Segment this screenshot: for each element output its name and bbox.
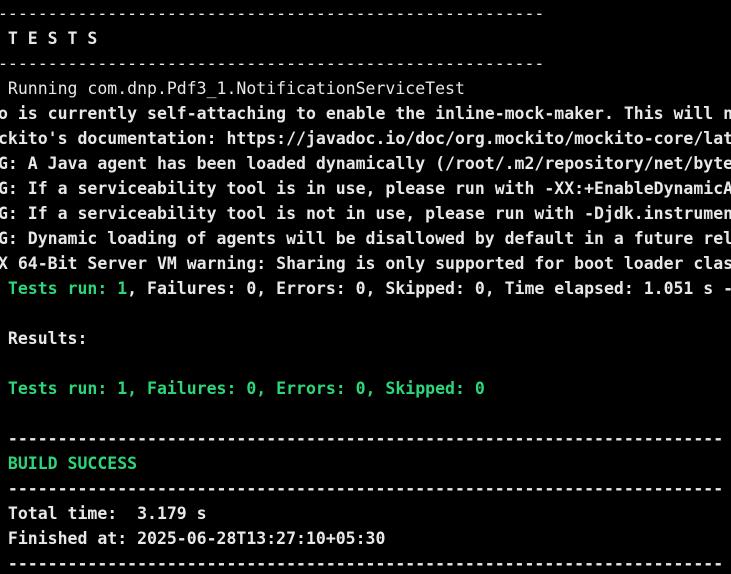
separator-line: ----------------------------------------…: [0, 429, 724, 448]
separator-line: ----------------------------------------…: [0, 479, 724, 498]
results-summary: Tests run: 1, Failures: 0, Errors: 0, Sk…: [0, 379, 485, 398]
separator-line: ----------------------------------------…: [0, 554, 724, 573]
terminal-output[interactable]: ----------------------------------------…: [0, 0, 731, 574]
separator-line: ----------------------------------------…: [0, 4, 545, 23]
mockito-docs-line: ckito's documentation: https://javadoc.i…: [0, 129, 731, 148]
tests-run-count: Tests run: 1: [0, 279, 128, 298]
serviceability-warning-line: G: If a serviceability tool is not in us…: [0, 204, 731, 223]
running-test-line: Running com.dnp.Pdf3_1.NotificationServi…: [0, 79, 465, 98]
separator-line: ----------------------------------------…: [0, 54, 545, 73]
test-result-details: , Failures: 0, Errors: 0, Skipped: 0, Ti…: [127, 279, 731, 298]
build-success-status: BUILD SUCCESS: [0, 454, 138, 473]
tests-header: T E S T S: [0, 29, 98, 48]
serviceability-warning-line: G: If a serviceability tool is in use, p…: [0, 179, 731, 198]
results-heading: Results:: [0, 329, 88, 348]
mockito-warning-line: o is currently self-attaching to enable …: [0, 104, 731, 123]
vm-warning-line: X 64-Bit Server VM warning: Sharing is o…: [0, 254, 731, 273]
finished-at-line: Finished at: 2025-06-28T13:27:10+05:30: [0, 529, 386, 548]
total-time-line: Total time: 3.179 s: [0, 504, 207, 523]
test-result-line: Tests run: 1, Failures: 0, Errors: 0, Sk…: [0, 276, 731, 301]
dynamic-loading-warning-line: G: Dynamic loading of agents will be dis…: [0, 229, 731, 248]
java-agent-warning-line: G: A Java agent has been loaded dynamica…: [0, 154, 731, 173]
